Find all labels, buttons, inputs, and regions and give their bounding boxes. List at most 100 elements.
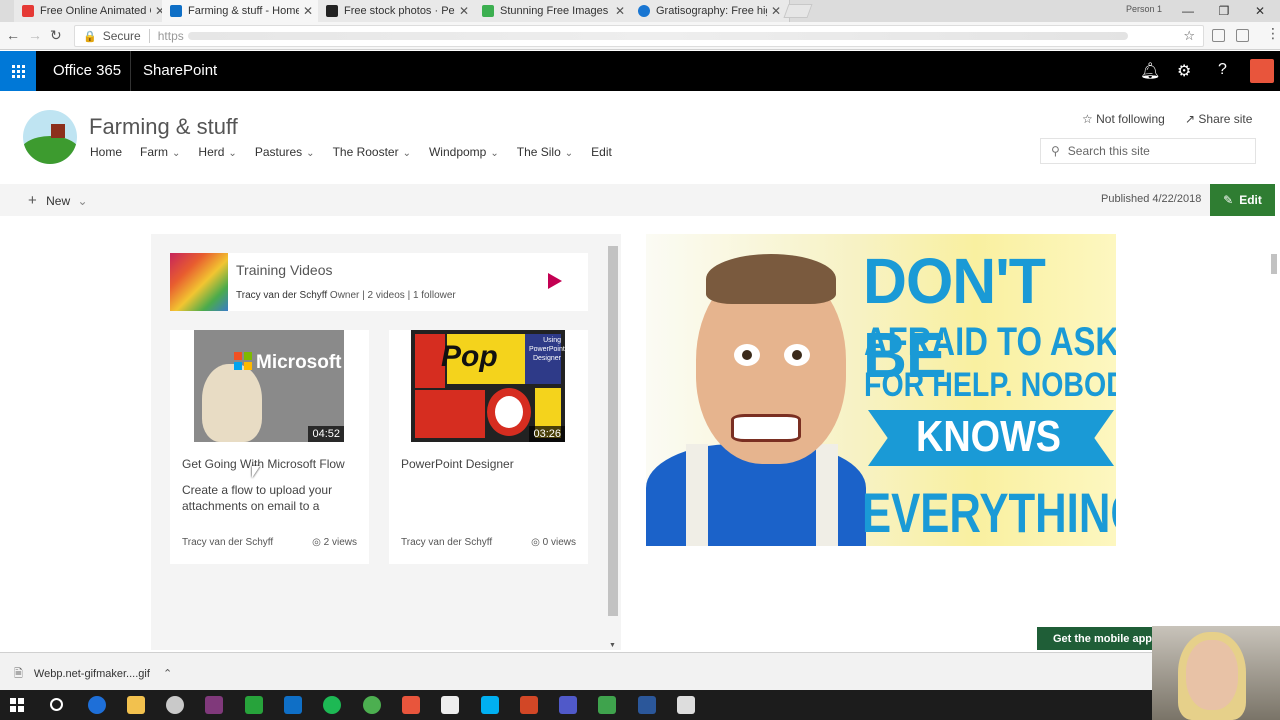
chrome-icon[interactable] xyxy=(363,696,381,714)
minimize-icon[interactable]: — xyxy=(1170,4,1206,18)
nav-item-the-silo[interactable]: The Silo ⌄ xyxy=(517,145,573,159)
file-explorer-icon[interactable] xyxy=(127,696,145,714)
back-icon[interactable]: ← xyxy=(6,27,20,43)
browser-tab[interactable]: Stunning Free Images - P ✕ xyxy=(474,0,634,22)
teams-icon[interactable] xyxy=(559,696,577,714)
skype-icon[interactable] xyxy=(481,696,499,714)
profile-label[interactable]: Person 1 xyxy=(1126,4,1162,14)
video-views: ◎ 0 views xyxy=(531,537,576,548)
user-avatar[interactable] xyxy=(1250,59,1274,83)
outlook-icon[interactable] xyxy=(284,696,302,714)
edge-icon[interactable] xyxy=(88,696,106,714)
follow-button[interactable]: ☆ Not following xyxy=(1082,112,1165,126)
cortana-icon[interactable] xyxy=(50,698,63,711)
browser-tab[interactable]: Free stock photos · Pexe ✕ xyxy=(318,0,478,22)
share-site-button[interactable]: ↗ Share site xyxy=(1185,112,1252,126)
scroll-down-arrow-icon[interactable]: ▼ xyxy=(609,642,616,649)
windows-taskbar xyxy=(0,690,1152,720)
new-tab-button[interactable] xyxy=(783,4,813,18)
app-icon[interactable] xyxy=(598,696,616,714)
tab-favicon-icon xyxy=(326,5,338,17)
sharepoint-link[interactable]: SharePoint xyxy=(143,62,217,79)
menu-icon[interactable]: ⋮ xyxy=(1266,25,1280,42)
nav-item-farm[interactable]: Farm ⌄ xyxy=(140,145,180,159)
video-title[interactable]: PowerPoint Designer xyxy=(401,457,514,471)
word-icon[interactable] xyxy=(638,696,656,714)
help-icon[interactable]: ? xyxy=(1218,61,1227,79)
close-icon[interactable]: ✕ xyxy=(303,4,313,18)
video-thumbnail[interactable]: Microsoft 04:52 xyxy=(194,330,344,442)
nav-item-herd[interactable]: Herd ⌄ xyxy=(198,145,236,159)
views-count: 2 views xyxy=(323,537,357,548)
pencil-icon: ✎ xyxy=(1223,193,1234,207)
eye-icon: ◎ xyxy=(531,537,540,548)
nav-item-the-rooster[interactable]: The Rooster ⌄ xyxy=(333,145,411,159)
office365-link[interactable]: Office 365 xyxy=(53,62,121,79)
nav-item-windpomp[interactable]: Windpomp ⌄ xyxy=(429,145,499,159)
hero-text-line: AFRAID TO ASK xyxy=(864,320,1116,364)
bookmark-star-icon[interactable]: ☆ xyxy=(1183,28,1195,44)
nav-item-home[interactable]: Home xyxy=(90,145,122,159)
close-icon[interactable]: ✕ xyxy=(459,4,469,18)
powerpoint-icon[interactable] xyxy=(520,696,538,714)
browser-tab-strip: Free Online Animated GI ✕ Farming & stuf… xyxy=(0,0,1280,22)
url-input[interactable]: 🔒 Secure https ☆ xyxy=(74,25,1204,47)
bell-icon[interactable]: 🔔︎ xyxy=(1140,61,1160,81)
extension-icon[interactable] xyxy=(1212,29,1225,42)
nav-item-edit[interactable]: Edit xyxy=(591,145,612,159)
tab-favicon-icon xyxy=(638,5,650,17)
edit-label: Edit xyxy=(1239,193,1262,207)
nav-item-pastures[interactable]: Pastures ⌄ xyxy=(255,145,315,159)
video-author: Tracy van der Schyff xyxy=(401,537,493,548)
chevron-down-icon: ⌄ xyxy=(490,148,499,159)
browser-tab-active[interactable]: Farming & stuff - Home ✕ xyxy=(162,0,322,22)
video-duration: 04:52 xyxy=(308,426,344,442)
file-icon: 🗎 xyxy=(14,668,23,680)
site-title[interactable]: Farming & stuff xyxy=(89,114,238,140)
browser-tab[interactable]: Free Online Animated GI ✕ xyxy=(14,0,174,22)
security-label: Secure xyxy=(103,29,150,43)
edit-page-button[interactable]: ✎ Edit xyxy=(1210,184,1275,216)
video-card[interactable]: Pop Using PowerPoint Designer 03:26 Powe… xyxy=(389,330,588,564)
chevron-down-icon: ⌄ xyxy=(402,148,411,159)
sheep-image xyxy=(202,364,262,442)
reload-icon[interactable]: ↻ xyxy=(50,27,62,44)
gear-icon[interactable]: ⚙︎ xyxy=(1177,61,1191,81)
camtasia-icon[interactable] xyxy=(245,696,263,714)
plus-icon: + xyxy=(28,192,37,209)
download-filename: Webp.net-gifmaker....gif xyxy=(33,668,150,680)
browser-tab[interactable]: Gratisography: Free high ✕ xyxy=(630,0,790,22)
restore-icon[interactable]: ❐ xyxy=(1206,4,1242,18)
close-icon[interactable]: ✕ xyxy=(771,4,781,18)
nav-label: The Silo xyxy=(516,145,561,159)
page-scrollbar[interactable] xyxy=(1271,254,1277,274)
spotify-icon[interactable] xyxy=(323,696,341,714)
hero-image[interactable]: DON'T BE AFRAID TO ASK FOR HELP. NOBODY … xyxy=(646,234,1116,546)
forward-icon[interactable]: → xyxy=(28,27,42,43)
calculator-icon[interactable] xyxy=(677,696,695,714)
webpart-scrollbar[interactable] xyxy=(608,246,618,616)
extension-icon[interactable] xyxy=(1236,29,1249,42)
mouth-shape xyxy=(731,414,801,442)
close-icon[interactable]: ✕ xyxy=(615,4,625,18)
video-card[interactable]: Microsoft 04:52 Get Going With Microsoft… xyxy=(170,330,369,564)
download-item[interactable]: 🗎 Webp.net-gifmaker....gif ⌃ xyxy=(14,665,172,684)
onenote-icon[interactable] xyxy=(205,696,223,714)
overall-strap xyxy=(816,444,838,546)
app-launcher-icon[interactable] xyxy=(0,51,36,91)
channel-header[interactable]: Training Videos Tracy van der Schyff Own… xyxy=(170,253,588,311)
site-search-input[interactable]: ⚲ Search this site xyxy=(1040,138,1256,164)
video-thumbnail[interactable]: Pop Using PowerPoint Designer 03:26 xyxy=(411,330,565,442)
chevron-up-icon[interactable]: ⌃ xyxy=(163,668,172,680)
new-button[interactable]: + New ⌄ xyxy=(28,192,88,209)
close-window-icon[interactable]: ✕ xyxy=(1242,4,1278,18)
app-icon[interactable] xyxy=(402,696,420,714)
channel-title[interactable]: Training Videos xyxy=(236,262,333,278)
tab-title: Stunning Free Images - P xyxy=(500,5,611,17)
windows-start-icon[interactable] xyxy=(10,698,24,712)
site-logo[interactable] xyxy=(23,110,77,164)
app-icon[interactable] xyxy=(166,696,184,714)
chevron-down-icon: ⌄ xyxy=(77,194,88,208)
video-title[interactable]: Get Going With Microsoft Flow xyxy=(182,457,345,471)
notes-icon[interactable] xyxy=(441,696,459,714)
